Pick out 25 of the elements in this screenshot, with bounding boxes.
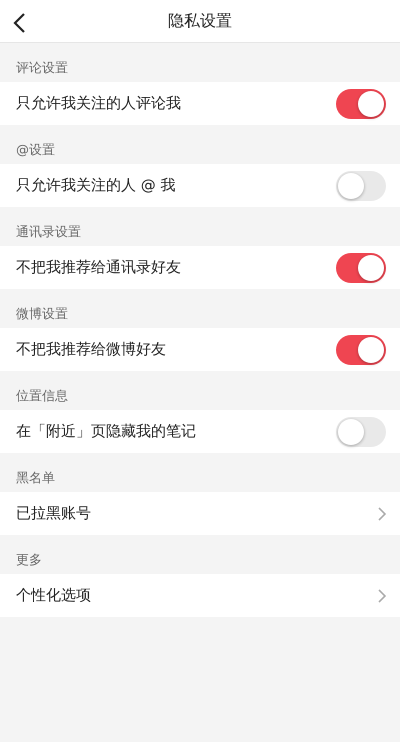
setting-label: 只允许我关注的人评论我 xyxy=(16,93,181,114)
toggle-switch[interactable] xyxy=(336,416,386,446)
chevron-right-icon xyxy=(378,588,386,602)
toggle-switch[interactable] xyxy=(336,88,386,118)
section-title: @设置 xyxy=(15,142,56,160)
page-title: 隐私设置 xyxy=(168,10,232,32)
chevron-right-icon xyxy=(378,506,386,520)
setting-label: 不把我推荐给微博好友 xyxy=(16,339,166,360)
setting-label: 个性化选项 xyxy=(16,585,91,606)
setting-label: 只允许我关注的人 @ 我 xyxy=(16,175,176,196)
section-title: 评论设置 xyxy=(15,60,69,78)
toggle-switch[interactable] xyxy=(336,170,386,200)
setting-label: 已拉黑账号 xyxy=(16,503,91,524)
settings-row[interactable]: 已拉黑账号 xyxy=(0,492,400,535)
setting-label: 在「附近」页隐藏我的笔记 xyxy=(16,421,196,442)
toggle-switch[interactable] xyxy=(336,252,386,282)
section-title: 位置信息 xyxy=(15,388,69,406)
toggle-switch[interactable] xyxy=(336,334,386,364)
back-icon xyxy=(12,12,26,34)
section-title: 更多 xyxy=(15,552,43,570)
setting-label: 不把我推荐给通讯录好友 xyxy=(16,257,181,278)
section-title: 黑名单 xyxy=(15,470,56,488)
section-title: 微博设置 xyxy=(15,306,69,324)
section-title: 通讯录设置 xyxy=(15,224,82,242)
settings-row[interactable]: 个性化选项 xyxy=(0,574,400,617)
